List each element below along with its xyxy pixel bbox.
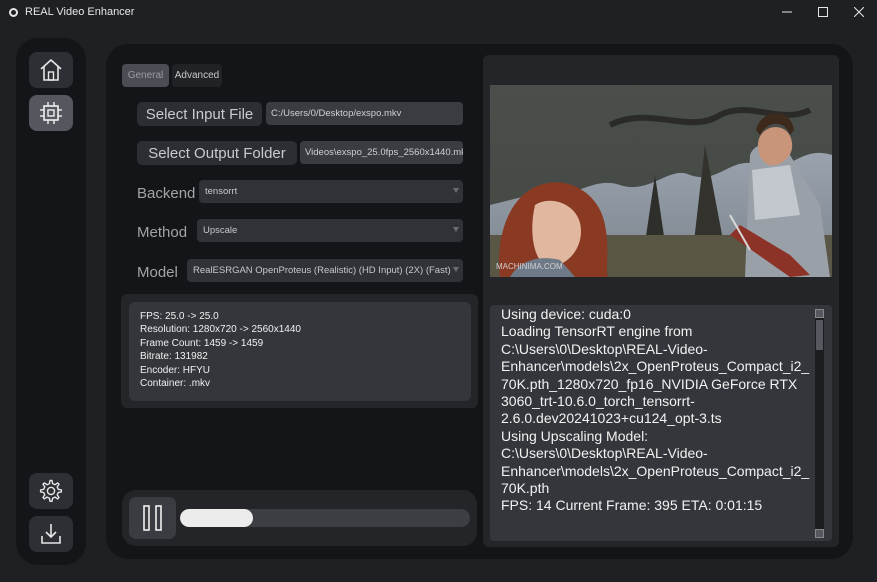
tab-general[interactable]: General bbox=[122, 64, 169, 87]
backend-label: Backend bbox=[137, 185, 196, 202]
close-icon bbox=[854, 7, 864, 17]
method-value: Upscale bbox=[203, 225, 238, 236]
preview-watermark: MACHINIMA.COM bbox=[496, 262, 563, 271]
app-icon bbox=[9, 7, 18, 17]
progress-fill bbox=[180, 509, 253, 527]
home-icon bbox=[40, 59, 62, 81]
title-bar: REAL Video Enhancer bbox=[0, 0, 877, 24]
method-dropdown[interactable]: Upscale bbox=[197, 219, 463, 242]
log-line: Using Upscaling Model: C:\Users\0\Deskto… bbox=[501, 427, 810, 497]
sidebar-settings-button[interactable] bbox=[29, 473, 73, 509]
output-path-field[interactable]: Videos\exspo_25.0fps_2560x1440.mkv bbox=[300, 141, 463, 164]
close-button[interactable] bbox=[841, 0, 877, 24]
info-encoder: Encoder: HFYU bbox=[140, 364, 211, 376]
window-title: REAL Video Enhancer bbox=[25, 6, 135, 18]
sidebar-home-button[interactable] bbox=[29, 52, 73, 88]
info-frame-count: Frame Count: 1459 -> 1459 bbox=[140, 337, 264, 349]
gear-icon bbox=[39, 479, 63, 502]
sidebar bbox=[16, 38, 86, 565]
chevron-down-icon bbox=[453, 267, 459, 272]
chevron-down-icon bbox=[453, 188, 459, 193]
preview-frame-image: MACHINIMA.COM bbox=[490, 85, 832, 277]
download-icon bbox=[41, 524, 61, 544]
progress-bar bbox=[180, 509, 470, 527]
log-scrollbar[interactable] bbox=[815, 309, 824, 538]
minimize-icon bbox=[782, 11, 792, 13]
info-container: Container: .mkv bbox=[140, 378, 211, 390]
log-line: Loading TensorRT engine from C:\Users\0\… bbox=[501, 323, 810, 427]
tab-advanced[interactable]: Advanced bbox=[172, 64, 222, 87]
input-path-field[interactable]: C:/Users/0/Desktop/exspo.mkv bbox=[266, 102, 463, 125]
backend-dropdown[interactable]: tensorrt bbox=[199, 180, 463, 203]
pause-button[interactable] bbox=[129, 497, 176, 539]
info-resolution: Resolution: 1280x720 -> 2560x1440 bbox=[140, 324, 301, 336]
model-dropdown[interactable]: RealESRGAN OpenProteus (Realistic) (HD I… bbox=[187, 259, 463, 282]
select-input-file-button[interactable]: Select Input File bbox=[137, 102, 262, 126]
select-output-folder-button[interactable]: Select Output Folder bbox=[137, 141, 297, 165]
log-line: FPS: 14 Current Frame: 395 ETA: 0:01:15 bbox=[501, 497, 763, 514]
chevron-down-icon bbox=[453, 227, 459, 232]
info-fps: FPS: 25.0 -> 25.0 bbox=[140, 311, 219, 322]
window-controls bbox=[769, 0, 877, 24]
log-text: Using device: cuda:0 Loading TensorRT en… bbox=[501, 306, 811, 515]
maximize-button[interactable] bbox=[805, 0, 841, 24]
backend-value: tensorrt bbox=[205, 186, 238, 197]
scroll-down-button[interactable] bbox=[815, 529, 824, 538]
maximize-icon bbox=[818, 7, 828, 17]
log-line: Using device: cuda:0 bbox=[501, 306, 631, 322]
scroll-up-button[interactable] bbox=[815, 309, 824, 318]
info-bitrate: Bitrate: 131982 bbox=[140, 351, 208, 363]
chip-icon bbox=[40, 102, 62, 124]
sidebar-download-button[interactable] bbox=[29, 516, 73, 552]
pause-icon bbox=[142, 505, 162, 531]
model-label: Model bbox=[137, 264, 178, 281]
method-label: Method bbox=[137, 224, 188, 241]
video-info-box: FPS: 25.0 -> 25.0 Resolution: 1280x720 -… bbox=[129, 302, 471, 401]
scroll-thumb[interactable] bbox=[816, 320, 823, 350]
video-preview: MACHINIMA.COM bbox=[490, 85, 832, 277]
model-value: RealESRGAN OpenProteus (Realistic) (HD I… bbox=[193, 265, 451, 276]
minimize-button[interactable] bbox=[769, 0, 805, 24]
sidebar-process-button[interactable] bbox=[29, 95, 73, 131]
